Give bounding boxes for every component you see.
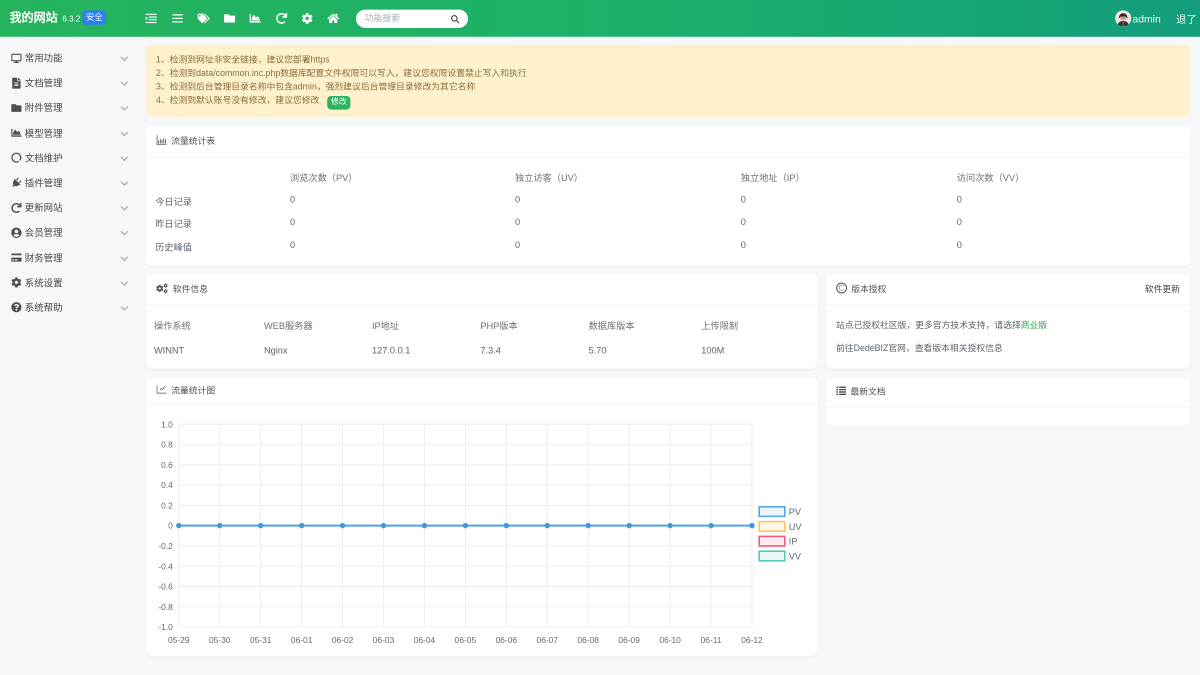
svg-text:UV: UV [789,522,803,532]
svg-text:-0.8: -0.8 [158,602,173,612]
svg-text:0.6: 0.6 [161,460,173,470]
svg-text:06-01: 06-01 [291,635,313,645]
svg-text:06-08: 06-08 [577,635,599,645]
svg-text:0.2: 0.2 [161,500,173,510]
svg-text:06-02: 06-02 [332,635,354,645]
svg-text:05-30: 05-30 [209,635,231,645]
svg-text:-0.4: -0.4 [158,561,173,571]
svg-text:0.8: 0.8 [161,440,173,450]
svg-text:PV: PV [789,507,802,517]
svg-text:06-03: 06-03 [373,635,395,645]
svg-text:05-31: 05-31 [250,635,272,645]
svg-text:VV: VV [789,551,802,561]
svg-text:1.0: 1.0 [161,419,173,429]
svg-text:06-06: 06-06 [496,635,518,645]
svg-text:-0.6: -0.6 [158,582,173,592]
svg-text:05-29: 05-29 [168,635,190,645]
svg-text:06-04: 06-04 [414,635,436,645]
svg-text:-0.2: -0.2 [158,541,173,551]
svg-text:0: 0 [168,521,173,531]
svg-text:-1.0: -1.0 [158,622,173,632]
svg-text:06-05: 06-05 [455,635,477,645]
svg-text:06-10: 06-10 [659,635,681,645]
svg-text:0.4: 0.4 [161,480,173,490]
svg-text:IP: IP [789,537,798,547]
svg-text:06-09: 06-09 [618,635,640,645]
svg-text:06-07: 06-07 [537,635,559,645]
svg-text:06-11: 06-11 [701,635,722,645]
svg-text:06-12: 06-12 [741,635,763,645]
